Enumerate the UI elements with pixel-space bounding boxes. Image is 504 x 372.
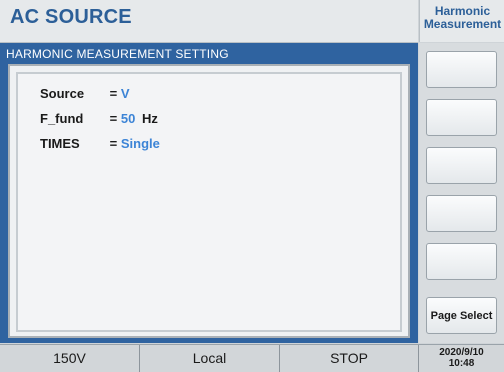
settings-list: Source = V F_fund = 50 Hz TIMES = Single	[16, 72, 402, 332]
setting-equals: =	[109, 86, 118, 101]
app-title: AC SOURCE	[10, 6, 132, 28]
date-display: 2020/9/10	[439, 347, 484, 358]
softkey-2-button[interactable]	[426, 99, 497, 136]
setting-unit: Hz	[141, 111, 158, 126]
voltage-range-status: 150V	[0, 345, 140, 372]
settings-panel-body: Source = V F_fund = 50 Hz TIMES = Single	[8, 64, 410, 338]
setting-row-times[interactable]: TIMES = Single	[40, 136, 160, 151]
settings-panel: HARMONIC MEASUREMENT SETTING Source = V …	[0, 43, 418, 343]
title-bar: AC SOURCE	[0, 0, 418, 43]
setting-value[interactable]: V	[121, 86, 130, 101]
panel-header: HARMONIC MEASUREMENT SETTING	[6, 47, 229, 61]
setting-equals: =	[109, 111, 118, 126]
softkey-5-button[interactable]	[426, 243, 497, 280]
time-display: 10:48	[448, 358, 475, 369]
setting-value[interactable]: 50	[121, 111, 135, 126]
setting-label: Source	[40, 86, 85, 101]
softkey-4-button[interactable]	[426, 195, 497, 232]
setting-row-f-fund[interactable]: F_fund = 50 Hz	[40, 111, 158, 126]
datetime-display: 2020/9/10 10:48	[419, 347, 504, 369]
setting-label: F_fund	[40, 111, 84, 126]
side-button-panel: Page Select	[419, 43, 504, 343]
setting-equals: =	[109, 136, 118, 151]
status-bar: 150V Local STOP 2020/9/10 10:48	[0, 344, 504, 372]
setting-value[interactable]: Single	[121, 136, 160, 151]
side-menu-title-line2: Measurement	[423, 17, 502, 31]
side-menu-title: Harmonic Measurement	[419, 0, 504, 42]
page-select-button[interactable]: Page Select	[426, 297, 497, 334]
softkey-3-button[interactable]	[426, 147, 497, 184]
softkey-1-button[interactable]	[426, 51, 497, 88]
control-mode-status: Local	[140, 345, 280, 372]
output-state-status: STOP	[280, 345, 419, 372]
setting-row-source[interactable]: Source = V	[40, 86, 130, 101]
setting-label: TIMES	[40, 136, 80, 151]
